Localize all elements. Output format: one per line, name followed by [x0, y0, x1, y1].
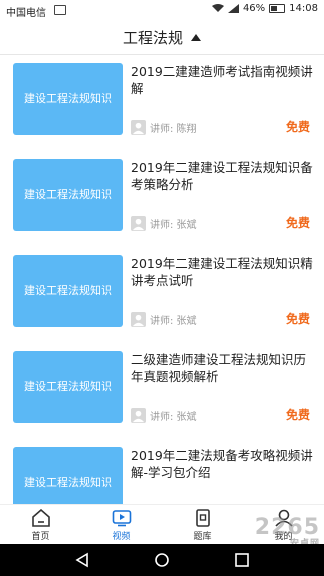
tab-video[interactable]: 视频 [81, 505, 162, 545]
battery-icon [269, 4, 286, 13]
course-thumbnail[interactable]: 建设工程法规知识 [13, 159, 123, 231]
tab-home[interactable]: 首页 [0, 505, 81, 545]
triangle-up-icon[interactable] [191, 33, 201, 41]
person-icon [131, 312, 146, 327]
tab-label: 题库 [193, 531, 212, 542]
course-item[interactable]: 建设工程法规知识 2019二建建造师考试指南视频讲解 讲师: 陈翔 免费 [0, 55, 324, 151]
course-thumbnail[interactable]: 建设工程法规知识 [13, 447, 123, 505]
system-nav-bar [0, 544, 324, 576]
signal-icon [227, 4, 239, 13]
carrier-label: 中国电信 [6, 8, 46, 19]
category-header[interactable]: 工程法规 [0, 20, 324, 55]
status-right: 46% 14:08 [211, 3, 318, 14]
course-title[interactable]: 二级建造师建设工程法规知识历年真题视频解析 [131, 351, 314, 385]
course-item[interactable]: 建设工程法规知识 2019年二建建设工程法规知识精讲考点试听 讲师: 张斌 免费 [0, 247, 324, 343]
price-label: 免费 [285, 120, 310, 134]
teacher-name: 讲师: 张斌 [150, 412, 197, 423]
teacher-name: 讲师: 陈翔 [150, 124, 197, 135]
course-title[interactable]: 2019年二建法规备考攻略视频讲解-学习包介绍 [131, 447, 314, 481]
price-label: 免费 [285, 216, 310, 230]
page-title: 工程法规 [122, 28, 183, 47]
course-title[interactable]: 2019年二建建设工程法规知识备考策略分析 [131, 159, 314, 193]
course-thumbnail[interactable]: 建设工程法规知识 [13, 63, 123, 135]
teacher-name: 讲师: 张斌 [150, 220, 197, 231]
course-thumbnail[interactable]: 建设工程法规知识 [13, 351, 123, 423]
price-label: 免费 [285, 312, 310, 326]
person-icon [131, 408, 146, 423]
home-icon [31, 508, 50, 527]
recents-icon[interactable] [234, 552, 250, 568]
teacher-info: 讲师: 张斌 [131, 408, 197, 423]
price-label: 免费 [285, 408, 310, 422]
tab-question-bank[interactable]: 题库 [162, 505, 243, 545]
course-title[interactable]: 2019二建建造师考试指南视频讲解 [131, 63, 314, 97]
tab-label: 视频 [112, 531, 131, 542]
wifi-icon [211, 4, 224, 12]
battery-percent: 46% [242, 3, 266, 14]
person-icon [131, 216, 146, 231]
course-item[interactable]: 建设工程法规知识 二级建造师建设工程法规知识历年真题视频解析 讲师: 张斌 免费 [0, 343, 324, 439]
course-item[interactable]: 建设工程法规知识 2019年二建建设工程法规知识备考策略分析 讲师: 张斌 免费 [0, 151, 324, 247]
tab-label: 首页 [31, 531, 50, 542]
course-item[interactable]: 建设工程法规知识 2019年二建法规备考攻略视频讲解-学习包介绍 [0, 439, 324, 505]
teacher-info: 讲师: 陈翔 [131, 120, 197, 135]
course-list[interactable]: 建设工程法规知识 2019二建建造师考试指南视频讲解 讲师: 陈翔 免费 建设工… [0, 55, 324, 505]
teacher-info: 讲师: 张斌 [131, 216, 197, 231]
back-icon[interactable] [74, 552, 90, 568]
person-icon [131, 120, 146, 135]
teacher-info: 讲师: 张斌 [131, 312, 197, 327]
image-notification-icon [54, 5, 66, 15]
clock: 14:08 [289, 3, 318, 14]
teacher-name: 讲师: 张斌 [150, 316, 197, 327]
question-bank-icon [195, 508, 210, 527]
video-icon [112, 509, 131, 526]
course-title[interactable]: 2019年二建建设工程法规知识精讲考点试听 [131, 255, 314, 289]
course-thumbnail[interactable]: 建设工程法规知识 [13, 255, 123, 327]
home-circle-icon[interactable] [154, 552, 170, 568]
status-bar: 中国电信 46% 14:08 [0, 0, 324, 20]
